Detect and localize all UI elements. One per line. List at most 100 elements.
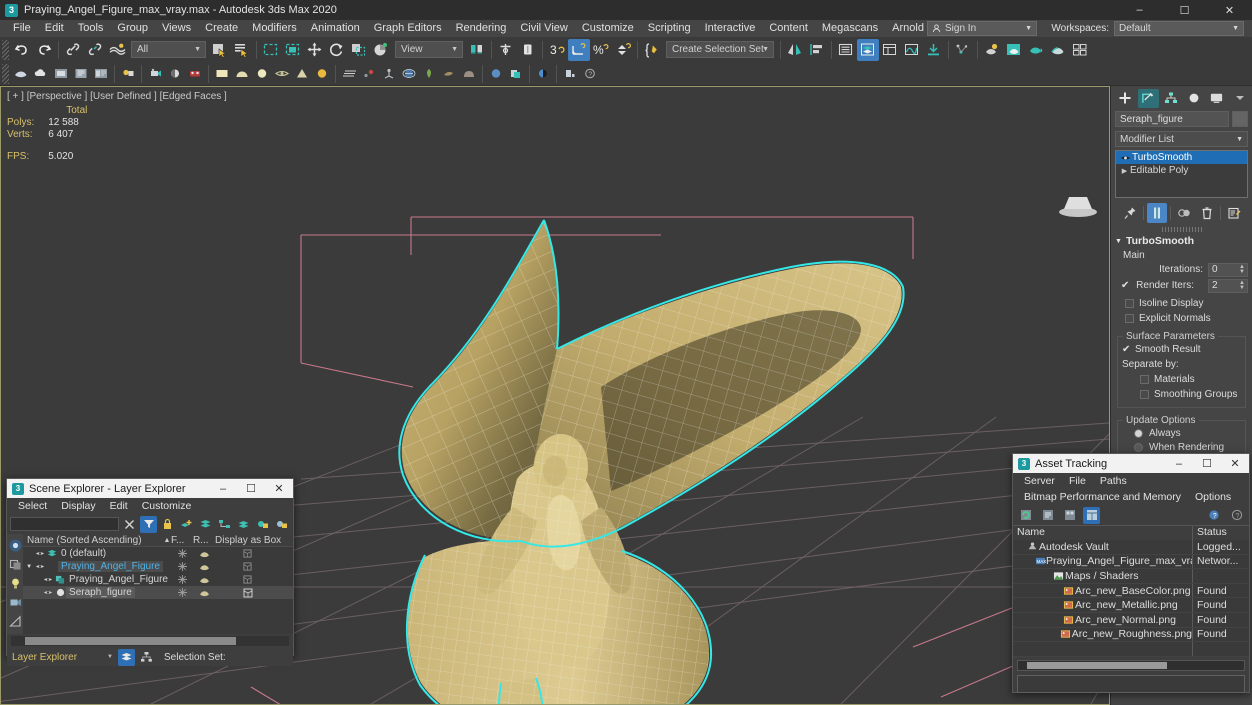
table-row[interactable]: Arc_new_Normal.png Found <box>1013 612 1249 628</box>
table-row[interactable]: Autodesk Vault Logged... <box>1013 540 1249 555</box>
viewport-label[interactable]: [ + ] [Perspective ] [User Defined ] [Ed… <box>7 91 227 102</box>
isoline-display-checkbox[interactable] <box>1125 299 1134 308</box>
explicit-normals-checkbox[interactable] <box>1125 314 1134 323</box>
spinner-arrows-icon[interactable]: ▲ ▼ <box>1239 264 1245 275</box>
filter-cameras-icon[interactable] <box>7 593 23 611</box>
update-always-radio[interactable] <box>1134 428 1143 438</box>
percent-snap-toggle-button[interactable]: % <box>590 39 612 61</box>
menu-customize[interactable]: Customize <box>575 20 641 37</box>
menu-paths[interactable]: Paths <box>1093 475 1134 487</box>
list-item[interactable]: Seraph_figure <box>23 586 293 599</box>
smooth-result-checkbox[interactable]: ✔ <box>1122 344 1131 355</box>
close-button[interactable]: ✕ <box>265 479 293 498</box>
stats-button[interactable] <box>560 64 580 84</box>
modifier-list-dropdown[interactable]: Modifier List ▼ <box>1115 131 1248 147</box>
align-button[interactable] <box>806 39 828 61</box>
toolbar-grip[interactable] <box>2 39 9 60</box>
scrollbar-thumb[interactable] <box>24 637 237 645</box>
window-crossing-toggle-button[interactable] <box>282 39 304 61</box>
selection-filter-dropdown[interactable]: All ▼ <box>131 41 206 58</box>
column-name[interactable]: Name (Sorted Ascending) <box>23 535 163 546</box>
isoline-display-row[interactable]: Isoline Display <box>1115 296 1248 311</box>
menu-edit[interactable]: Edit <box>103 500 135 512</box>
configure-modifier-sets-icon[interactable] <box>1224 203 1244 223</box>
atom-tool-button[interactable] <box>359 64 379 84</box>
motion-tab[interactable] <box>1183 89 1204 108</box>
create-tab[interactable] <box>1115 89 1136 108</box>
sign-in-dropdown[interactable]: Sign In ▼ <box>927 21 1037 36</box>
dome-mat-button[interactable] <box>232 64 252 84</box>
snaps-3d-button[interactable]: 3 <box>546 39 568 61</box>
manage-layers-button[interactable] <box>857 38 879 61</box>
menu-create[interactable]: Create <box>198 20 245 37</box>
menu-modifiers[interactable]: Modifiers <box>245 20 304 37</box>
scene-explorer-window[interactable]: 3 Scene Explorer - Layer Explorer – ☐ ✕ … <box>6 478 294 666</box>
menu-customize[interactable]: Customize <box>135 500 199 512</box>
bind-to-space-warp-button[interactable] <box>106 39 128 61</box>
horizontal-scrollbar[interactable] <box>1017 659 1245 671</box>
help-button[interactable]: ? <box>580 64 600 84</box>
workspaces-dropdown[interactable]: Default ▼ <box>1114 21 1244 36</box>
eye-mat-button[interactable] <box>272 64 292 84</box>
close-button[interactable]: ✕ <box>1207 0 1252 20</box>
iterations-spinner[interactable]: 0 ▲ ▼ <box>1208 262 1248 277</box>
menu-views[interactable]: Views <box>155 20 198 37</box>
undo-button[interactable] <box>11 39 33 61</box>
close-button[interactable]: ✕ <box>1221 454 1249 473</box>
materials-checkbox[interactable] <box>1140 375 1149 384</box>
table-row[interactable]: Arc_new_Roughness.png Found <box>1013 627 1249 643</box>
remove-modifier-icon[interactable] <box>1197 203 1217 223</box>
select-object-button[interactable] <box>209 39 231 61</box>
asset-tracking-table[interactable]: Name Status Autodesk Vault Logged... MAX… <box>1013 525 1249 657</box>
chevron-right-icon[interactable]: ▶ <box>1119 167 1130 175</box>
column-frozen[interactable]: F... <box>171 535 193 546</box>
menu-arnold[interactable]: Arnold <box>885 20 931 37</box>
select-and-rotate-button[interactable] <box>326 39 348 61</box>
menu-tools[interactable]: Tools <box>71 20 111 37</box>
rectangular-selection-region-button[interactable] <box>260 39 282 61</box>
select-layer-button[interactable] <box>235 516 252 533</box>
render-iters-spinner[interactable]: 2 ▲ ▼ <box>1208 278 1248 293</box>
layer-explorer-button[interactable] <box>835 39 857 61</box>
mirror-button[interactable] <box>784 39 806 61</box>
modifier-stack-item-turbosmooth[interactable]: TurboSmooth <box>1116 151 1247 164</box>
gold-sphere-button[interactable] <box>312 64 332 84</box>
bird-tool-button[interactable] <box>439 64 459 84</box>
lines-tool-button[interactable] <box>339 64 359 84</box>
clear-search-button[interactable] <box>121 516 138 533</box>
menu-rendering[interactable]: Rendering <box>449 20 514 37</box>
display-as-box-cell[interactable] <box>215 588 293 598</box>
maximize-button[interactable]: ☐ <box>237 479 265 498</box>
globe-tool-button[interactable] <box>399 64 419 84</box>
horizontal-scrollbar[interactable] <box>11 636 289 646</box>
vray-light-button[interactable] <box>118 64 138 84</box>
menu-group[interactable]: Group <box>110 20 155 37</box>
smooth-result-row[interactable]: ✔ Smooth Result <box>1122 342 1241 357</box>
list-view-button[interactable] <box>1039 507 1056 524</box>
rollout-title[interactable]: ▼ TurboSmooth <box>1115 234 1248 248</box>
minimize-button[interactable]: – <box>1165 454 1193 473</box>
rig-tool-button[interactable] <box>379 64 399 84</box>
update-always-row[interactable]: Always <box>1122 426 1241 440</box>
cone-mat-button[interactable] <box>292 64 312 84</box>
eye-icon[interactable] <box>35 550 46 557</box>
select-and-move-button[interactable] <box>304 39 326 61</box>
vray-render-button[interactable] <box>11 64 31 84</box>
render-iters-checkbox[interactable]: ✔ <box>1121 280 1129 291</box>
minimize-button[interactable]: – <box>1117 0 1162 20</box>
display-as-box-cell[interactable] <box>215 575 293 584</box>
list-item[interactable]: 0 (default) <box>23 547 293 560</box>
rendered-frame-window-button[interactable] <box>1047 39 1069 61</box>
use-pivot-point-center-button[interactable] <box>466 39 488 61</box>
maximize-button[interactable]: ☐ <box>1193 454 1221 473</box>
layer-hierarchy-button[interactable] <box>216 516 233 533</box>
column-display-as-box[interactable]: Display as Box <box>215 535 293 546</box>
materials-row[interactable]: Materials <box>1122 372 1241 387</box>
asset-tracking-window[interactable]: 3 Asset Tracking – ☐ ✕ Server File Paths… <box>1012 453 1250 693</box>
filter-button[interactable] <box>140 515 157 533</box>
menu-display[interactable]: Display <box>54 500 102 512</box>
renderable-cell[interactable] <box>193 563 215 571</box>
quad-mat-button[interactable] <box>212 64 232 84</box>
menu-megascans[interactable]: Megascans <box>815 20 885 37</box>
leaf-tool-button[interactable] <box>419 64 439 84</box>
